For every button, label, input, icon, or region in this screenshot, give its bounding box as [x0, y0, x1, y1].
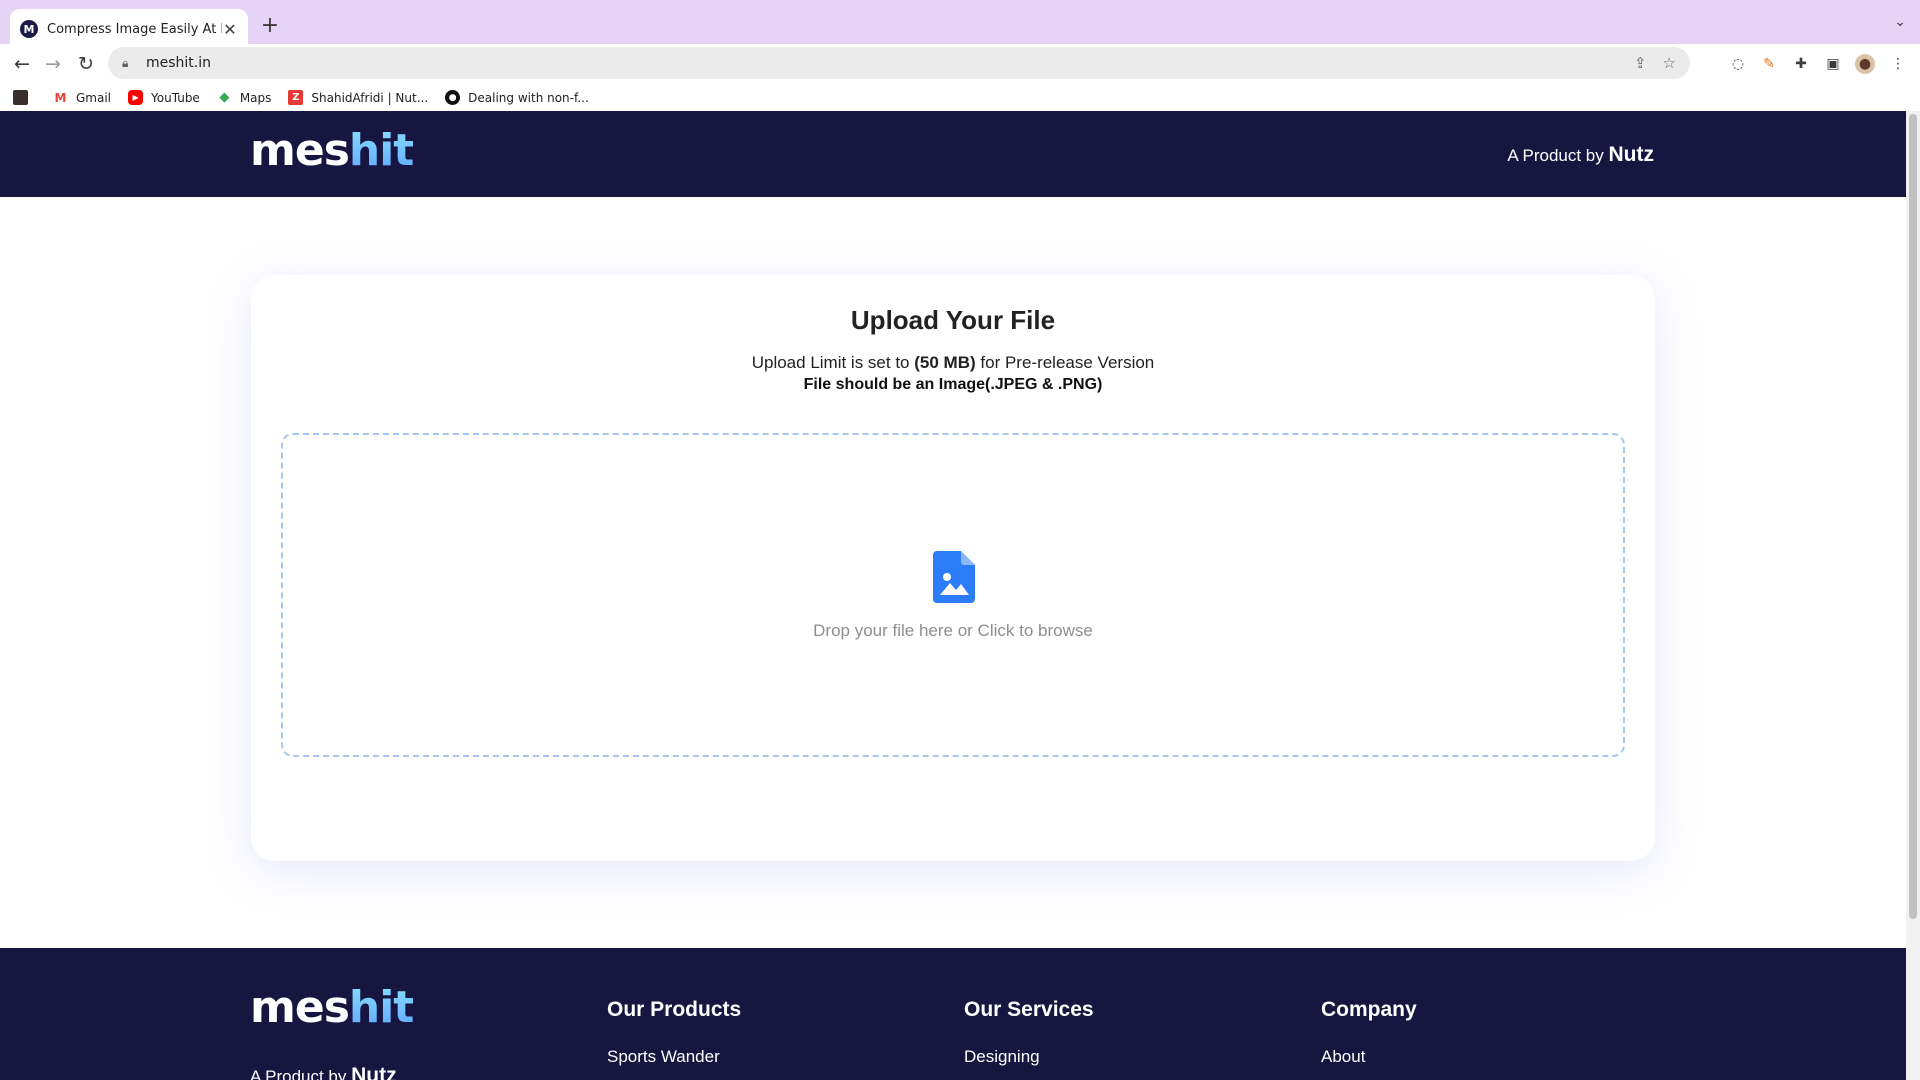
browser-tabstrip: M Compress Image Easily At Best ✕ + ⌄ — [0, 0, 1920, 49]
upload-limit-text: Upload Limit is set to (50 MB) for Pre-r… — [751, 353, 1155, 372]
bookmark-star-icon[interactable]: ☆ — [1663, 54, 1676, 72]
back-button[interactable]: ← — [8, 50, 36, 78]
footer-heading-services: Our Services — [964, 998, 1094, 1021]
maps-icon: ◆ — [219, 90, 230, 105]
site-header: meshit A Product by Nutz — [0, 111, 1906, 197]
product-by-nutz: A Product by Nutz — [1507, 143, 1655, 166]
url-text[interactable]: meshit.in — [146, 55, 211, 71]
footer-product-by-nutz: A Product by Nutz — [250, 1064, 397, 1080]
footer-link-designing[interactable]: Designing — [964, 1047, 1040, 1067]
browser-tab[interactable]: M Compress Image Easily At Best ✕ — [10, 9, 248, 49]
site-footer: meshit A Product by Nutz Our Products Sp… — [0, 948, 1906, 1080]
tab-search-icon[interactable]: ⌄ — [1894, 14, 1906, 30]
bookmarks-bar: M Gmail ▶ YouTube ◆ Maps Z ShahidAfridi … — [0, 84, 1920, 111]
footer-heading-products: Our Products — [607, 998, 742, 1021]
close-icon[interactable]: ✕ — [222, 20, 238, 39]
bookmark-label: ShahidAfridi | Nut... — [311, 90, 429, 105]
puzzle-icon[interactable]: ✚ — [1791, 54, 1811, 74]
menu-icon[interactable]: ⋮ — [1888, 54, 1908, 74]
extension-icon[interactable]: ◌ — [1728, 54, 1748, 74]
meshit-logo[interactable]: meshit — [250, 125, 414, 176]
tab-title: Compress Image Easily At Best — [47, 21, 222, 37]
lock-icon[interactable]: 🔒︎ — [122, 56, 136, 71]
bookmark-label: Dealing with non-f... — [468, 90, 589, 105]
side-panel-icon[interactable]: ▣ — [1823, 54, 1843, 74]
share-icon[interactable]: ⇪ — [1634, 54, 1647, 72]
footer-nutz-brand: Nutz — [351, 1064, 397, 1080]
youtube-icon: ▶ — [128, 90, 144, 105]
drop-instruction: Drop your file here or Click to browse — [813, 621, 1093, 640]
scrollbar-thumb[interactable] — [1909, 114, 1917, 919]
address-bar[interactable]: 🔒︎ meshit.in ⇪ ☆ — [108, 47, 1690, 79]
footer-meshit-logo[interactable]: meshit — [250, 982, 414, 1033]
bookmark-shahidafridi[interactable]: Z ShahidAfridi | Nut... — [288, 90, 428, 105]
profile-avatar[interactable]: ● — [1855, 54, 1875, 74]
new-tab-button[interactable]: + — [258, 13, 282, 38]
file-dropzone[interactable]: Drop your file here or Click to browse — [281, 433, 1625, 757]
page-scrollbar[interactable] — [1906, 111, 1920, 1080]
upload-card: Upload Your File Upload Limit is set to … — [251, 275, 1655, 861]
bookmark-maps[interactable]: ◆ Maps — [217, 90, 272, 105]
forward-button[interactable]: → — [39, 50, 67, 78]
upload-limit-value: (50 MB) — [914, 353, 976, 372]
bookmark-label: Gmail — [76, 90, 112, 105]
bookmark-github[interactable]: ● Dealing with non-f... — [445, 90, 589, 105]
gmail-icon: M — [54, 90, 67, 105]
upload-title: Upload Your File — [850, 305, 1056, 335]
tab-favicon-icon: M — [20, 20, 38, 38]
footer-heading-company: Company — [1321, 998, 1417, 1021]
footer-link-sports-wander[interactable]: Sports Wander — [607, 1047, 720, 1067]
github-icon: ● — [445, 90, 461, 105]
app-icon — [13, 90, 28, 105]
bookmark-youtube[interactable]: ▶ YouTube — [128, 90, 200, 105]
reload-button[interactable]: ↻ — [72, 50, 100, 78]
bookmark-label: Maps — [239, 90, 272, 105]
z-icon: Z — [288, 90, 304, 105]
pen-extension-icon[interactable]: ✎ — [1759, 54, 1779, 74]
bookmark-app[interactable] — [13, 90, 36, 105]
browser-toolbar: ← → ↻ 🔒︎ meshit.in ⇪ ☆ ◌ ✎ ✚ ▣ ● ⋮ — [0, 44, 1920, 84]
image-file-icon — [933, 551, 975, 603]
nutz-brand: Nutz — [1608, 143, 1655, 166]
bookmark-gmail[interactable]: M Gmail — [53, 90, 112, 105]
bookmark-label: YouTube — [151, 90, 200, 105]
file-type-text: File should be an Image(.JPEG & .PNG) — [803, 376, 1103, 393]
page-viewport: meshit A Product by Nutz Upload Your Fil… — [0, 111, 1920, 1080]
footer-link-about[interactable]: About — [1321, 1047, 1365, 1067]
